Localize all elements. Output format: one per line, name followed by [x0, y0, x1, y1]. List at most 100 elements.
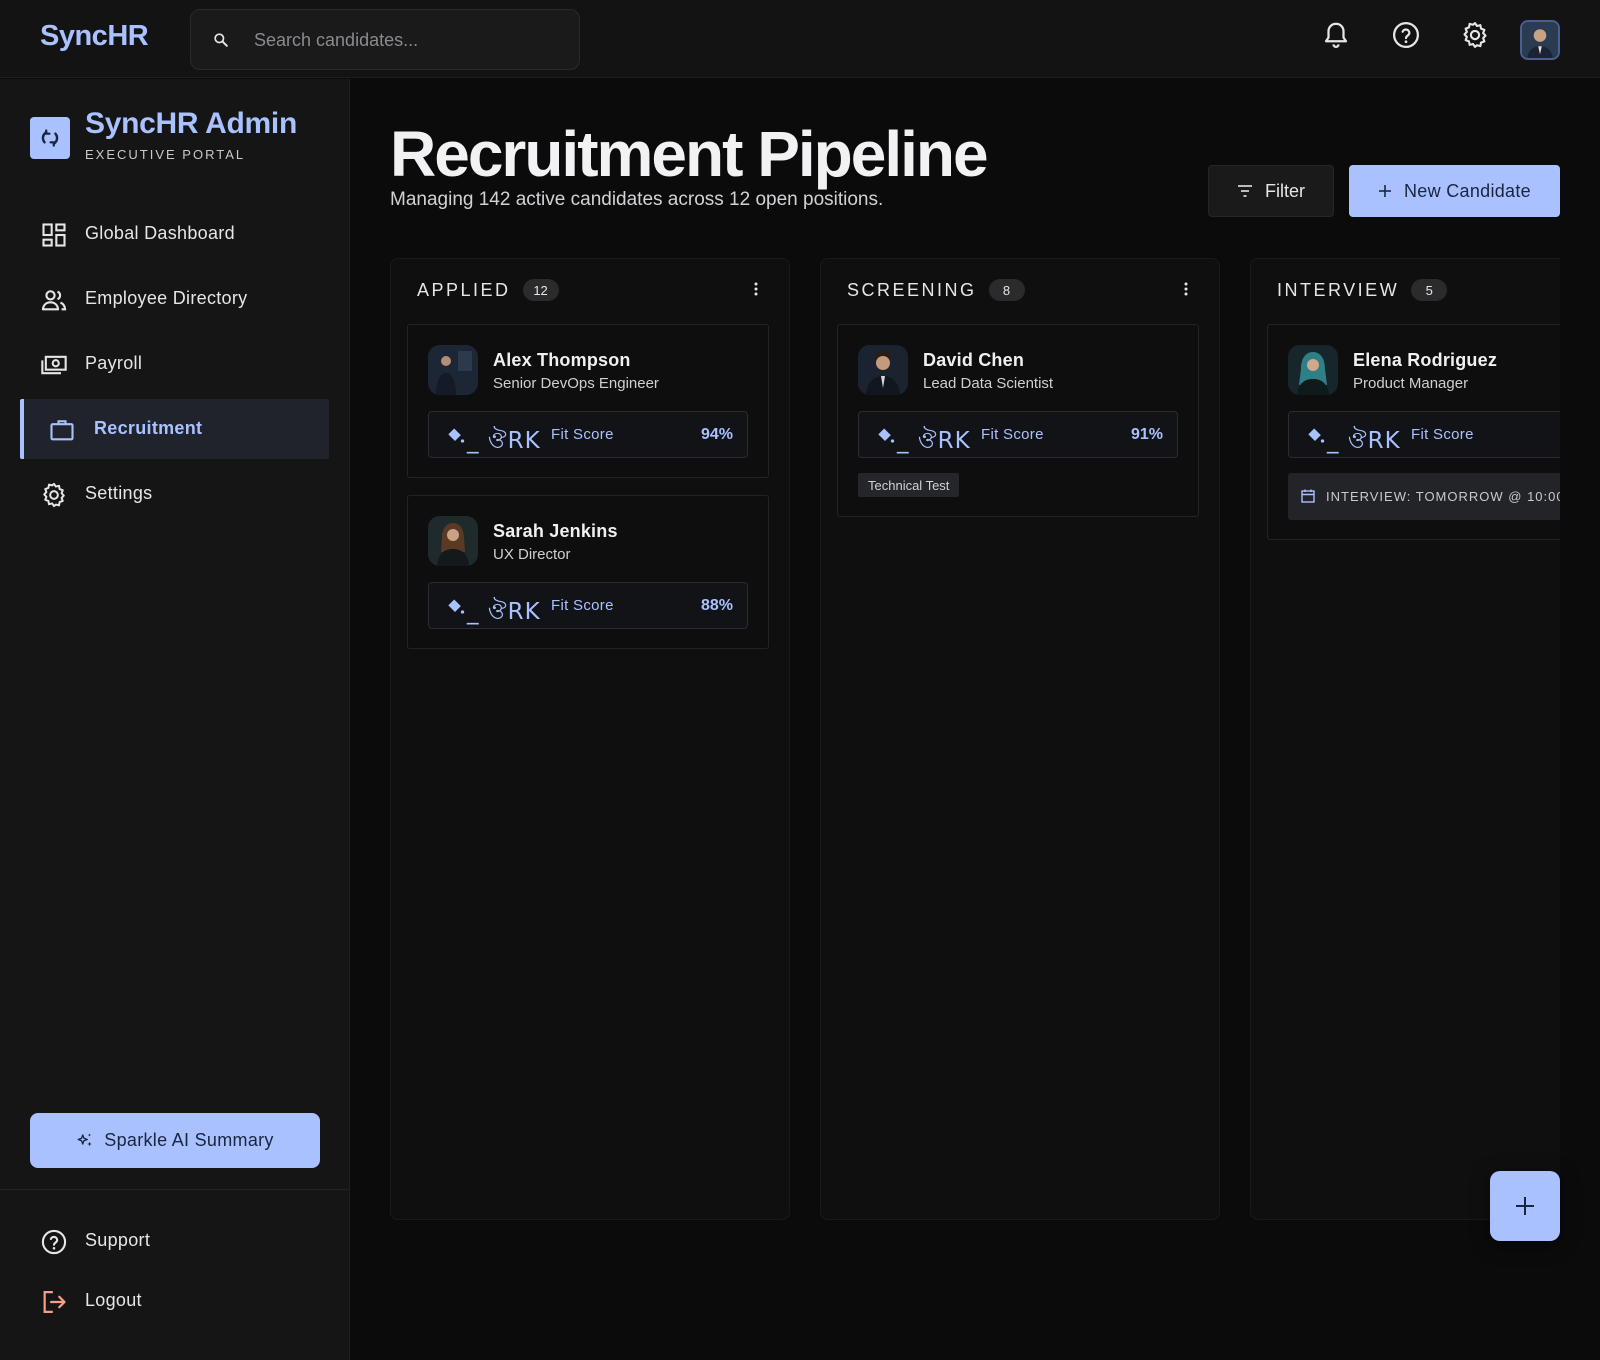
page-subtitle: Managing 142 active candidates across 12… — [390, 189, 884, 210]
column-screening: SCREENING 8 David Chen Lead Data Scienti… — [820, 258, 1220, 1220]
main-content: Recruitment Pipeline Managing 142 active… — [350, 79, 1600, 1360]
fit-score-mark: _ ঔRK — [897, 428, 971, 454]
sidebar: SyncHR Admin EXECUTIVE PORTAL Global Das… — [0, 79, 350, 1360]
admin-title: SyncHR Admin — [85, 107, 297, 140]
candidate-avatar — [428, 345, 478, 395]
candidate-name: Alex Thompson — [493, 350, 631, 370]
search-input[interactable] — [254, 27, 564, 53]
sidebar-item-support[interactable]: Support — [20, 1211, 329, 1271]
candidate-role: Senior DevOps Engineer — [493, 375, 659, 392]
candidate-card[interactable]: Sarah Jenkins UX Director _ ঔRK Fit Scor… — [407, 495, 769, 649]
bell-icon[interactable] — [1321, 20, 1351, 50]
more-vertical-icon[interactable] — [753, 279, 759, 299]
fit-score: _ ঔRK Fit Score 94% — [428, 411, 748, 458]
fit-score-value: 94% — [700, 426, 733, 443]
admin-subtitle: EXECUTIVE PORTAL — [85, 147, 246, 162]
interview-schedule[interactable]: INTERVIEW: TOMORROW @ 10:00 AM — [1288, 473, 1560, 520]
sidebar-divider — [0, 1189, 350, 1190]
sidebar-item-logout[interactable]: Logout — [20, 1271, 329, 1331]
fit-score: _ ঔRK Fit Score 91% — [858, 411, 1178, 458]
candidate-photo — [858, 345, 908, 395]
status-tag: Technical Test — [858, 473, 960, 497]
column-header: SCREENING 8 — [847, 279, 1025, 301]
sidebar-item-label: Employee Directory — [85, 288, 248, 308]
column-title: SCREENING — [847, 279, 977, 300]
candidate-role: Lead Data Scientist — [923, 375, 1054, 392]
admin-logo — [30, 117, 70, 159]
new-candidate-button[interactable]: New Candidate — [1349, 165, 1560, 217]
candidate-avatar — [858, 345, 908, 395]
fit-score: _ ঔRK Fit Score 88% — [428, 582, 748, 629]
more-vertical-icon[interactable] — [1183, 279, 1189, 299]
paint-bucket-icon — [448, 428, 465, 443]
filter-label: Filter — [1265, 180, 1305, 201]
column-title: INTERVIEW — [1277, 279, 1400, 300]
sidebar-item-label: Settings — [85, 483, 153, 503]
candidate-name: Sarah Jenkins — [493, 521, 618, 541]
fit-score-mark: _ ঔRK — [1327, 428, 1401, 454]
search-icon — [214, 33, 228, 47]
paint-bucket-icon — [1308, 428, 1325, 443]
fit-score-mark: _ ঔRK — [467, 599, 541, 625]
candidate-card[interactable]: David Chen Lead Data Scientist _ ঔRK Fit… — [837, 324, 1199, 517]
brand-logo[interactable]: SyncHR — [40, 20, 149, 53]
candidate-photo — [1288, 345, 1338, 395]
column-interview: INTERVIEW 5 Elena Rodriguez Product Mana… — [1250, 258, 1560, 1220]
candidate-role: Product Manager — [1353, 375, 1469, 392]
column-header: INTERVIEW 5 — [1277, 279, 1448, 301]
paint-bucket-icon — [878, 428, 895, 443]
logout-icon — [43, 1290, 66, 1314]
candidate-role: UX Director — [493, 546, 571, 563]
calendar-icon — [1301, 489, 1315, 503]
fit-score-mark: _ ঔRK — [467, 428, 541, 454]
filter-icon — [1238, 185, 1252, 197]
sidebar-item-label: Global Dashboard — [85, 223, 235, 243]
filter-button[interactable]: Filter — [1208, 165, 1334, 217]
candidate-card[interactable]: Elena Rodriguez Product Manager _ ঔRK Fi… — [1267, 324, 1560, 540]
sparkle-ai-summary-button[interactable]: Sparkle AI Summary — [30, 1113, 320, 1168]
sidebar-item-label: Support — [85, 1230, 151, 1250]
gear-icon[interactable] — [1460, 20, 1490, 50]
column-header: APPLIED 12 — [417, 279, 559, 301]
column-count-badge: 8 — [988, 279, 1025, 301]
sidebar-item-recruitment[interactable]: Recruitment — [20, 399, 329, 459]
sidebar-item-global-dashboard[interactable]: Global Dashboard — [20, 204, 329, 264]
fit-score-label: Fit Score — [1411, 426, 1474, 443]
candidate-avatar — [1288, 345, 1338, 395]
sidebar-item-label: Logout — [85, 1290, 142, 1310]
top-bar: SyncHR — [0, 0, 1600, 78]
sidebar-item-label: Recruitment — [94, 418, 203, 438]
candidate-name: David Chen — [923, 350, 1025, 370]
sidebar-item-employee-directory[interactable]: Employee Directory — [20, 269, 329, 329]
help-icon[interactable] — [1391, 20, 1421, 50]
column-count-badge: 5 — [1411, 279, 1448, 301]
sparkle-ai-summary-label: Sparkle AI Summary — [104, 1130, 274, 1150]
interview-text: INTERVIEW: TOMORROW @ 10:00 AM — [1326, 489, 1560, 504]
column-title: APPLIED — [417, 279, 511, 300]
pipeline-board: APPLIED 12 Alex Thompson Senior DevOps E… — [390, 258, 1560, 1220]
candidate-avatar — [428, 516, 478, 566]
sidebar-item-settings[interactable]: Settings — [20, 464, 329, 524]
paint-bucket-icon — [448, 599, 465, 614]
candidate-name: Elena Rodriguez — [1353, 350, 1498, 370]
dashboard-icon — [42, 223, 66, 247]
candidate-photo — [428, 345, 478, 395]
gear-icon — [43, 482, 65, 508]
payments-icon — [41, 355, 67, 375]
fit-score-value: 91% — [1130, 426, 1163, 443]
sidebar-item-label: Payroll — [85, 353, 143, 373]
fit-score: _ ঔRK Fit Score — [1288, 411, 1560, 458]
column-applied: APPLIED 12 Alex Thompson Senior DevOps E… — [390, 258, 790, 1220]
candidate-photo — [428, 516, 478, 566]
user-avatar-image — [1522, 22, 1558, 58]
sidebar-item-payroll[interactable]: Payroll — [20, 334, 329, 394]
fit-score-label: Fit Score — [551, 426, 614, 443]
user-avatar[interactable] — [1520, 20, 1560, 60]
plus-icon — [1516, 1197, 1534, 1215]
fit-score-value: 88% — [700, 597, 733, 614]
search-box[interactable] — [190, 9, 580, 70]
add-candidate-fab[interactable] — [1490, 1171, 1560, 1241]
users-icon — [41, 290, 67, 311]
fit-score-label: Fit Score — [981, 426, 1044, 443]
candidate-card[interactable]: Alex Thompson Senior DevOps Engineer _ ঔ… — [407, 324, 769, 478]
